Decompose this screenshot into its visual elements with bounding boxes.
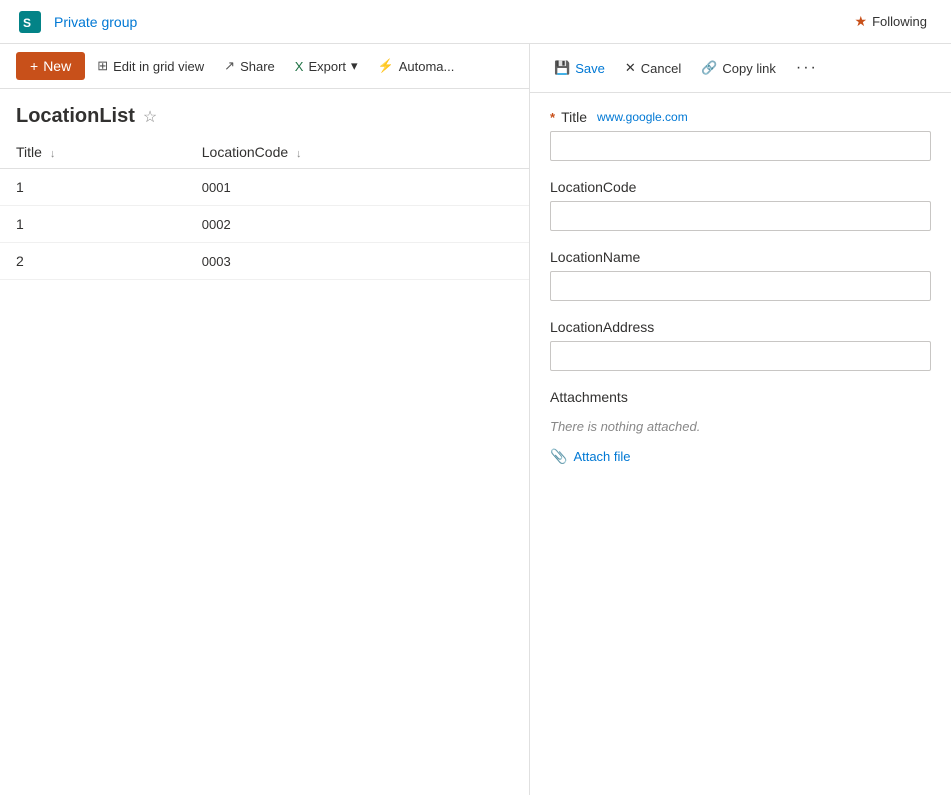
edit-grid-icon: ⊞ <box>97 58 108 74</box>
toolbar: + New ⊞ Edit in grid view ↗ Share X Expo… <box>0 44 529 89</box>
following-label: Following <box>872 14 927 29</box>
top-bar-left: S Private group <box>16 8 137 36</box>
table-row[interactable]: 1 0001 <box>0 169 529 206</box>
share-icon: ↗ <box>224 58 235 74</box>
automate-icon: ⚡ <box>378 58 394 74</box>
title-required-star: * <box>550 110 555 125</box>
title-field-hint: www.google.com <box>597 110 688 124</box>
form-content: * Title www.google.com LocationCode Loca… <box>530 93 951 795</box>
svg-text:S: S <box>23 16 31 30</box>
export-label: Export <box>308 59 346 74</box>
table-row[interactable]: 1 0002 <box>0 206 529 243</box>
share-button[interactable]: ↗ Share <box>216 53 283 79</box>
location-code-field: LocationCode <box>550 179 931 231</box>
title-input[interactable] <box>550 131 931 161</box>
list-table: Title ↓ LocationCode ↓ 1 0001 1 0002 2 0… <box>0 136 529 280</box>
cancel-icon: ✕ <box>625 60 636 76</box>
top-bar: S Private group ★ Following <box>0 0 951 44</box>
location-name-field-header: LocationName <box>550 249 931 265</box>
copy-link-button[interactable]: 🔗 Copy link <box>693 55 784 81</box>
new-plus-icon: + <box>30 58 38 74</box>
paperclip-icon: 📎 <box>550 448 567 465</box>
following-button[interactable]: ★ Following <box>847 9 935 34</box>
table-cell-location-code: 0002 <box>186 206 529 243</box>
column-header-location-code[interactable]: LocationCode ↓ <box>186 136 529 169</box>
location-code-sort-icon: ↓ <box>296 148 302 160</box>
export-chevron-icon: ▾ <box>351 58 358 74</box>
location-name-field: LocationName <box>550 249 931 301</box>
attach-file-button[interactable]: 📎 Attach file <box>550 448 631 465</box>
following-star-icon: ★ <box>855 13 868 30</box>
table-cell-title: 1 <box>0 169 186 206</box>
location-address-field-label: LocationAddress <box>550 319 654 335</box>
column-location-code-label: LocationCode <box>202 144 288 160</box>
export-button[interactable]: X Export ▾ <box>287 53 366 79</box>
list-header: LocationList ☆ <box>0 89 529 136</box>
save-icon: 💾 <box>554 60 570 76</box>
app-icon: S <box>16 8 44 36</box>
edit-grid-button[interactable]: ⊞ Edit in grid view <box>89 53 212 79</box>
left-panel: + New ⊞ Edit in grid view ↗ Share X Expo… <box>0 44 530 795</box>
location-address-input[interactable] <box>550 341 931 371</box>
table-row[interactable]: 2 0003 <box>0 243 529 280</box>
location-code-field-label: LocationCode <box>550 179 636 195</box>
column-header-title[interactable]: Title ↓ <box>0 136 186 169</box>
edit-grid-label: Edit in grid view <box>113 59 204 74</box>
save-button[interactable]: 💾 Save <box>546 55 613 81</box>
location-name-field-label: LocationName <box>550 249 640 265</box>
table-cell-location-code: 0001 <box>186 169 529 206</box>
attachments-label: Attachments <box>550 389 931 405</box>
sharepoint-icon: S <box>19 11 41 33</box>
location-code-input[interactable] <box>550 201 931 231</box>
more-icon: ··· <box>796 59 818 77</box>
location-name-input[interactable] <box>550 271 931 301</box>
export-icon: X <box>295 59 304 74</box>
more-button[interactable]: ··· <box>788 54 826 82</box>
table-cell-title: 1 <box>0 206 186 243</box>
automate-button[interactable]: ⚡ Automa... <box>370 53 463 79</box>
table-cell-title: 2 <box>0 243 186 280</box>
location-code-field-header: LocationCode <box>550 179 931 195</box>
automate-label: Automa... <box>399 59 455 74</box>
title-field-label: Title <box>561 109 587 125</box>
attach-file-label: Attach file <box>573 449 630 464</box>
copy-link-icon: 🔗 <box>701 60 717 76</box>
favorite-star-icon[interactable]: ☆ <box>143 107 157 127</box>
right-panel: 💾 Save ✕ Cancel 🔗 Copy link ··· * Title <box>530 44 951 795</box>
title-field: * Title www.google.com <box>550 109 931 161</box>
new-label: New <box>43 58 71 74</box>
title-field-header: * Title www.google.com <box>550 109 931 125</box>
attachments-section: Attachments There is nothing attached. 📎… <box>550 389 931 465</box>
share-label: Share <box>240 59 275 74</box>
copy-link-label: Copy link <box>722 61 775 76</box>
top-bar-right: ★ Following <box>847 9 935 34</box>
private-group-label[interactable]: Private group <box>54 14 137 30</box>
table-cell-location-code: 0003 <box>186 243 529 280</box>
no-attachment-text: There is nothing attached. <box>550 415 931 438</box>
save-label: Save <box>575 61 605 76</box>
list-title: LocationList <box>16 105 135 128</box>
location-address-field-header: LocationAddress <box>550 319 931 335</box>
location-address-field: LocationAddress <box>550 319 931 371</box>
title-sort-icon: ↓ <box>50 148 56 160</box>
column-title-label: Title <box>16 144 42 160</box>
table-header-row: Title ↓ LocationCode ↓ <box>0 136 529 169</box>
main-area: + New ⊞ Edit in grid view ↗ Share X Expo… <box>0 44 951 795</box>
cancel-label: Cancel <box>641 61 681 76</box>
new-button[interactable]: + New <box>16 52 85 80</box>
form-toolbar: 💾 Save ✕ Cancel 🔗 Copy link ··· <box>530 44 951 93</box>
cancel-button[interactable]: ✕ Cancel <box>617 55 689 81</box>
